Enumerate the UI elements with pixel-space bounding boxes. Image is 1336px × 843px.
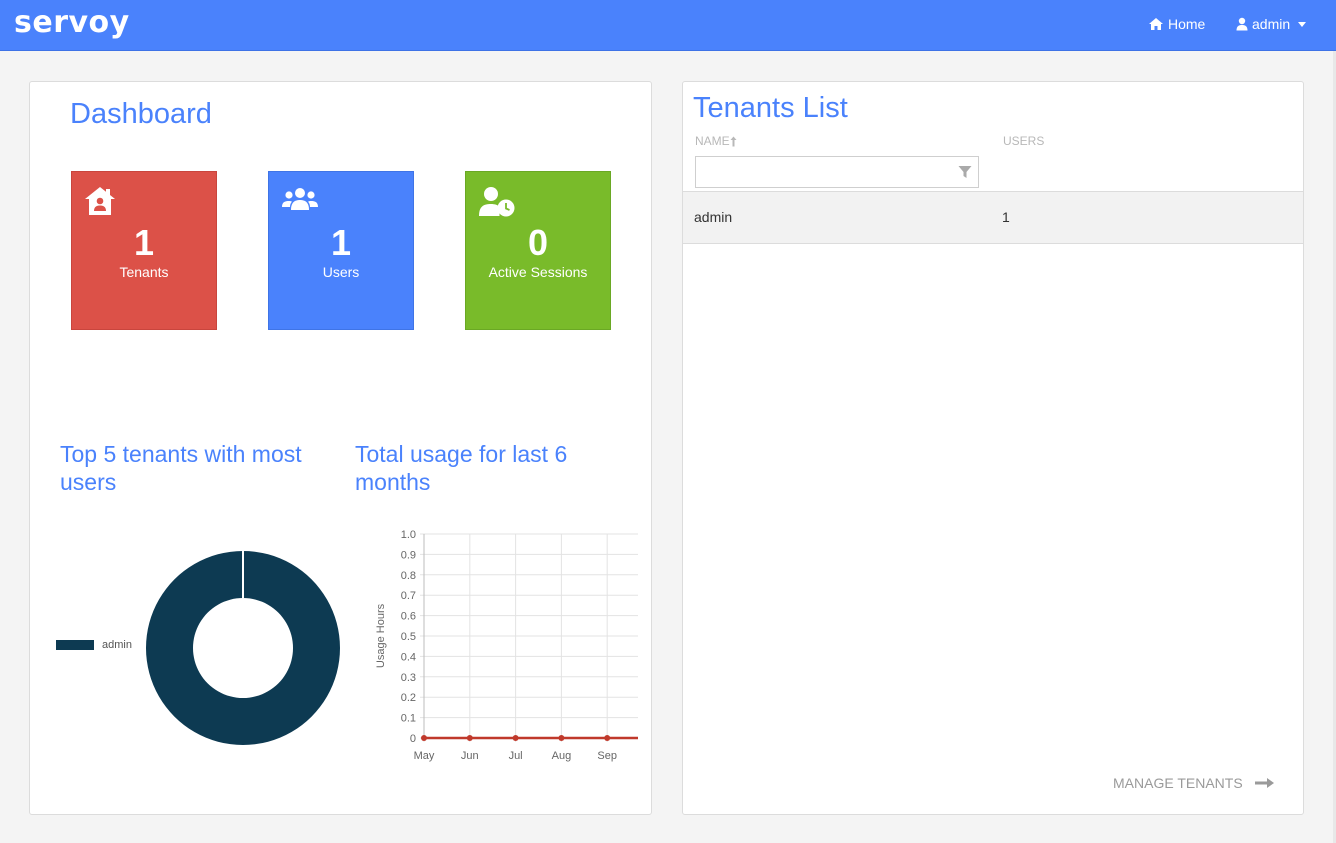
- dashboard-title: Dashboard: [70, 98, 212, 130]
- table-row[interactable]: admin 1: [683, 192, 1303, 244]
- manage-tenants-link[interactable]: MANAGE TENANTS: [1113, 775, 1275, 791]
- usage-data-point[interactable]: [466, 735, 473, 741]
- usage-data-point[interactable]: [604, 735, 611, 741]
- y-tick-label: 0.8: [401, 570, 416, 582]
- y-tick-label: 0.3: [401, 672, 416, 684]
- sort-up-arrow-icon: [730, 136, 737, 146]
- active-sessions-tile[interactable]: 0 Active Sessions: [465, 171, 611, 330]
- arrow-right-icon: [1254, 778, 1274, 788]
- users-count: 1: [330, 222, 352, 263]
- house-user-icon: [85, 187, 115, 215]
- servoy-logo[interactable]: servoy: [14, 5, 130, 40]
- x-tick-label: May: [414, 750, 435, 762]
- x-tick-label: Jul: [509, 750, 523, 762]
- donut-legend[interactable]: admin: [56, 639, 132, 651]
- usage-chart-title: Total usage for last 6 months: [355, 441, 568, 495]
- tenants-count: 1: [133, 222, 155, 263]
- users-label: Users: [322, 264, 360, 280]
- tenants-tile[interactable]: 1 Tenants: [71, 171, 217, 330]
- name-filter-input[interactable]: [696, 157, 978, 187]
- usage-data-point[interactable]: [558, 735, 565, 741]
- top-tenants-donut-chart[interactable]: [145, 550, 341, 746]
- name-column-label: NAME: [695, 134, 730, 148]
- active-sessions-label: Active Sessions: [488, 264, 588, 280]
- active-sessions-count: 0: [527, 222, 549, 263]
- user-clock-icon: [479, 187, 515, 217]
- tenants-list-title: Tenants List: [693, 92, 848, 124]
- tenants-label: Tenants: [119, 264, 169, 280]
- dashboard-panel: Dashboard 1 Tenants 1 Users 0 Active Ses…: [29, 81, 652, 815]
- legend-swatch: [56, 640, 94, 650]
- user-menu-dropdown[interactable]: admin: [1236, 16, 1307, 32]
- tenant-name-cell: admin: [694, 209, 733, 225]
- users-icon: [282, 188, 318, 210]
- x-tick-label: Sep: [597, 750, 617, 762]
- y-axis-title: Usage Hours: [375, 603, 387, 668]
- top-navbar: servoy Home admin: [0, 0, 1336, 51]
- users-column-header[interactable]: USERS: [1003, 134, 1044, 148]
- filter-icon[interactable]: [958, 165, 972, 179]
- y-tick-label: 0.2: [401, 692, 416, 704]
- x-tick-label: Jun: [461, 750, 479, 762]
- home-icon: [1149, 18, 1163, 30]
- y-tick-label: 0.5: [401, 631, 416, 643]
- y-tick-label: 0.9: [401, 549, 416, 561]
- manage-tenants-label: MANAGE TENANTS: [1113, 775, 1243, 791]
- y-tick-label: 0: [410, 733, 416, 745]
- name-filter-field[interactable]: [695, 156, 979, 188]
- home-nav-link[interactable]: Home: [1148, 16, 1205, 32]
- tenant-users-cell: 1: [1002, 209, 1010, 225]
- chevron-down-icon: [1298, 21, 1307, 27]
- y-tick-label: 0.1: [401, 713, 416, 725]
- y-tick-label: 0.7: [401, 590, 416, 602]
- top5-tenants-title: Top 5 tenants with most users: [60, 441, 302, 495]
- usage-line-chart[interactable]: 0 0.1 0.2 0.3 0.4 0.5 0.6 0.7 0.8 0.9 1.0 May Jun Jul…: [338, 522, 638, 812]
- name-column-header[interactable]: NAME: [695, 134, 737, 148]
- usage-data-point[interactable]: [512, 735, 519, 741]
- users-tile[interactable]: 1 Users: [268, 171, 414, 330]
- usage-data-point[interactable]: [421, 735, 427, 741]
- y-tick-label: 0.4: [401, 651, 416, 663]
- home-label: Home: [1168, 16, 1206, 32]
- legend-label: admin: [102, 639, 132, 651]
- x-tick-label: Aug: [552, 750, 572, 762]
- y-tick-label: 0.6: [401, 611, 416, 623]
- user-icon: [1236, 17, 1248, 31]
- y-tick-label: 1.0: [401, 529, 416, 541]
- user-menu-label: admin: [1252, 16, 1291, 32]
- tenants-list-panel: Tenants List NAME USERS admin 1 MANAGE T…: [682, 81, 1304, 815]
